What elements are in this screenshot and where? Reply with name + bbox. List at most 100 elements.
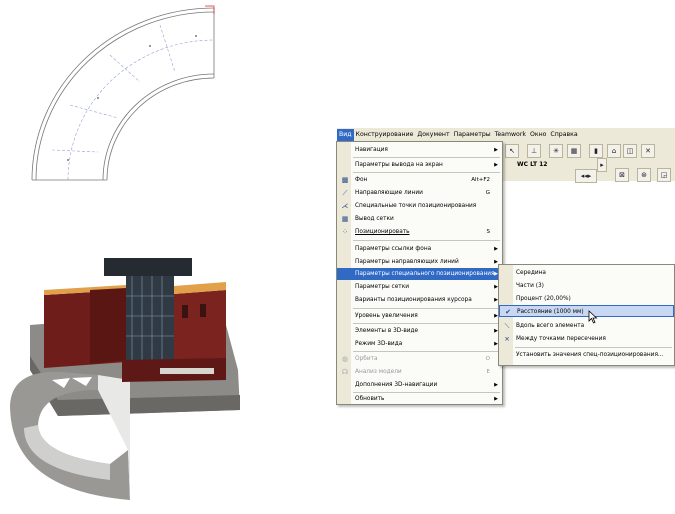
menu-item-label: Специальные точки позиционирования: [355, 203, 477, 209]
orbit-icon[interactable]: ⊛: [637, 168, 651, 182]
snap-percent[interactable]: Процент (20,00%): [499, 293, 674, 305]
menu-shortcut: E: [486, 369, 490, 375]
menu-item-grid-options[interactable]: Параметры сетки ▶: [337, 281, 502, 293]
menubar: Вид Конструирование Документ Параметры T…: [337, 128, 675, 142]
menu-item-navigation[interactable]: Навигация ▶: [337, 144, 502, 156]
menu-window[interactable]: Окно: [528, 129, 548, 141]
menu-item-label: Варианты позиционирования курсора: [355, 297, 472, 303]
layer-name: WC LT 12: [517, 161, 548, 168]
dimension-tool-icon[interactable]: ⊥: [527, 144, 541, 158]
close-icon[interactable]: ✕: [641, 144, 655, 158]
menu-item-label: Обновить: [355, 396, 385, 402]
submenu-item-label: Процент (20,00%): [516, 296, 571, 302]
view-icon[interactable]: ◫: [623, 144, 637, 158]
menu-item-label: Вывод сетки: [355, 216, 394, 222]
menu-item-label: Орбита: [355, 356, 378, 362]
menu-item-label: Навигация: [355, 147, 388, 153]
menu-separator: [353, 323, 500, 324]
orbit-icon: ◍: [341, 355, 349, 363]
menu-item-3d-mode[interactable]: Режим 3D-вида ▶: [337, 338, 502, 350]
background-icon: ▩: [341, 176, 349, 184]
snap-set-values[interactable]: Установить значения спец-позиционировани…: [499, 349, 674, 361]
menu-item-label: Элементы в 3D-виде: [355, 328, 419, 334]
menu-item-label: Позиционировать: [355, 229, 410, 235]
menu-item-guide-line-options[interactable]: Параметры направляющих линий ▶: [337, 256, 502, 268]
menu-item-orbit[interactable]: ◍ Орбита O: [337, 353, 502, 365]
menu-item-3d-navigation-extras[interactable]: Дополнения 3D-навигации ▶: [337, 379, 502, 391]
menu-item-refresh[interactable]: Обновить ▶: [337, 393, 502, 405]
menu-item-label: Анализ модели: [355, 369, 402, 375]
submenu-arrow-icon: ▶: [494, 246, 498, 252]
submenu-arrow-icon: ▶: [494, 162, 498, 168]
snap-points-icon[interactable]: ✳: [549, 144, 563, 158]
menu-separator: [353, 157, 500, 158]
walk-icon: ☊: [341, 368, 349, 376]
pen-icon[interactable]: ▮: [589, 144, 603, 158]
snap-midpoint[interactable]: Середина: [499, 267, 674, 279]
window-icon[interactable]: ◲: [657, 168, 671, 182]
menu-item-zoom-level[interactable]: Уровень увеличения ▶: [337, 310, 502, 322]
snap-divisions[interactable]: Части (3): [499, 280, 674, 292]
layer-fill-icon[interactable]: ▦: [567, 144, 581, 158]
submenu-item-label: Вдоль всего элемента: [516, 323, 585, 329]
submenu-item-label: Середина: [516, 270, 546, 276]
menu-item-label: Уровень увеличения: [355, 313, 418, 319]
menu-item-display-options[interactable]: Параметры вывода на экран ▶: [337, 159, 502, 171]
submenu-arrow-icon: ▶: [494, 396, 498, 402]
toolbar: ↖ ⊥ ✳ ▦ ▮ ⌂ ◫ ✕ ▸ WC LT 12 ◂◂▸ ⊠ ⊛ ◲: [500, 141, 675, 183]
zoom-fit-icon[interactable]: ⊠: [615, 168, 629, 182]
prev-next-icon[interactable]: ◂◂▸: [575, 169, 597, 183]
menu-shortcut: Alt+F2: [471, 177, 490, 183]
menu-design[interactable]: Конструирование: [354, 129, 416, 141]
menu-item-label: Фон: [355, 177, 368, 183]
menu-item-model-analysis[interactable]: ☊ Анализ модели E: [337, 366, 502, 378]
snap-points-icon: ⋌: [341, 202, 349, 210]
menu-item-elements-in-3d[interactable]: Элементы в 3D-виде ▶: [337, 325, 502, 337]
snap-icon: ⁘: [342, 228, 348, 236]
menu-help[interactable]: Справка: [548, 129, 579, 141]
submenu-item-label: Между точками пересечения: [516, 336, 606, 342]
menu-item-background-reference[interactable]: Параметры ссылки фона ▶: [337, 243, 502, 255]
menu-item-guide-lines[interactable]: ⟋ Направляющие линии G: [337, 187, 502, 199]
menu-item-label: Направляющие линии: [355, 190, 423, 196]
submenu-arrow-icon: ▶: [494, 147, 498, 153]
menu-document[interactable]: Документ: [415, 129, 451, 141]
checkmark-icon: ✔: [505, 308, 511, 316]
menu-shortcut: O: [485, 356, 490, 362]
submenu-separator: [515, 347, 672, 348]
intersections-icon: ⨯: [504, 335, 510, 343]
grid-icon: ▦: [341, 215, 349, 223]
menu-view[interactable]: Вид: [337, 128, 354, 141]
layers-icon[interactable]: ⌂: [607, 144, 621, 158]
menu-item-background[interactable]: ▩ Фон Alt+F2: [337, 174, 502, 186]
menu-shortcut: G: [485, 190, 490, 196]
menu-item-label: Параметры специального позиционирования: [355, 271, 495, 277]
menu-separator: [353, 308, 500, 309]
submenu-arrow-icon: ▶: [494, 382, 498, 388]
menu-item-snap[interactable]: ⁘ Позиционировать S: [337, 226, 502, 238]
menu-item-label: Параметры вывода на экран: [355, 162, 443, 168]
submenu-item-label: Части (3): [516, 283, 544, 289]
menu-item-label: Параметры сетки: [355, 284, 409, 290]
menu-separator: [353, 351, 500, 352]
menu-teamwork[interactable]: Teamwork: [493, 129, 528, 141]
snap-along-element[interactable]: ⟍ Вдоль всего элемента: [499, 320, 674, 332]
menu-item-grid-display[interactable]: ▦ Вывод сетки: [337, 213, 502, 225]
menu-separator: [353, 240, 500, 241]
menu-item-label: Параметры ссылки фона: [355, 246, 432, 252]
pointer-tool-icon[interactable]: ↖: [505, 144, 519, 158]
floor-plan-drawing: [31, 5, 215, 181]
menu-item-cursor-snap[interactable]: Варианты позиционирования курсора ▶: [337, 294, 502, 306]
submenu-item-label: Установить значения спец-позиционировани…: [516, 352, 664, 358]
menu-shortcut: S: [486, 229, 491, 235]
along-element-icon: ⟍: [504, 322, 510, 330]
snap-distance[interactable]: ✔ Расстояние (1000 мм): [499, 305, 674, 317]
menu-item-special-snap-options[interactable]: Параметры специального позиционирования …: [337, 268, 502, 280]
3d-building-view: [10, 258, 240, 500]
menu-item-special-snap-points[interactable]: ⋌ Специальные точки позиционирования: [337, 200, 502, 212]
menu-options[interactable]: Параметры: [452, 129, 493, 141]
dropdown-icon[interactable]: ▸: [597, 158, 607, 172]
menu-separator: [353, 172, 500, 173]
snap-between-intersections[interactable]: ⨯ Между точками пересечения: [499, 333, 674, 345]
submenu-item-label: Расстояние (1000 мм): [517, 309, 584, 315]
